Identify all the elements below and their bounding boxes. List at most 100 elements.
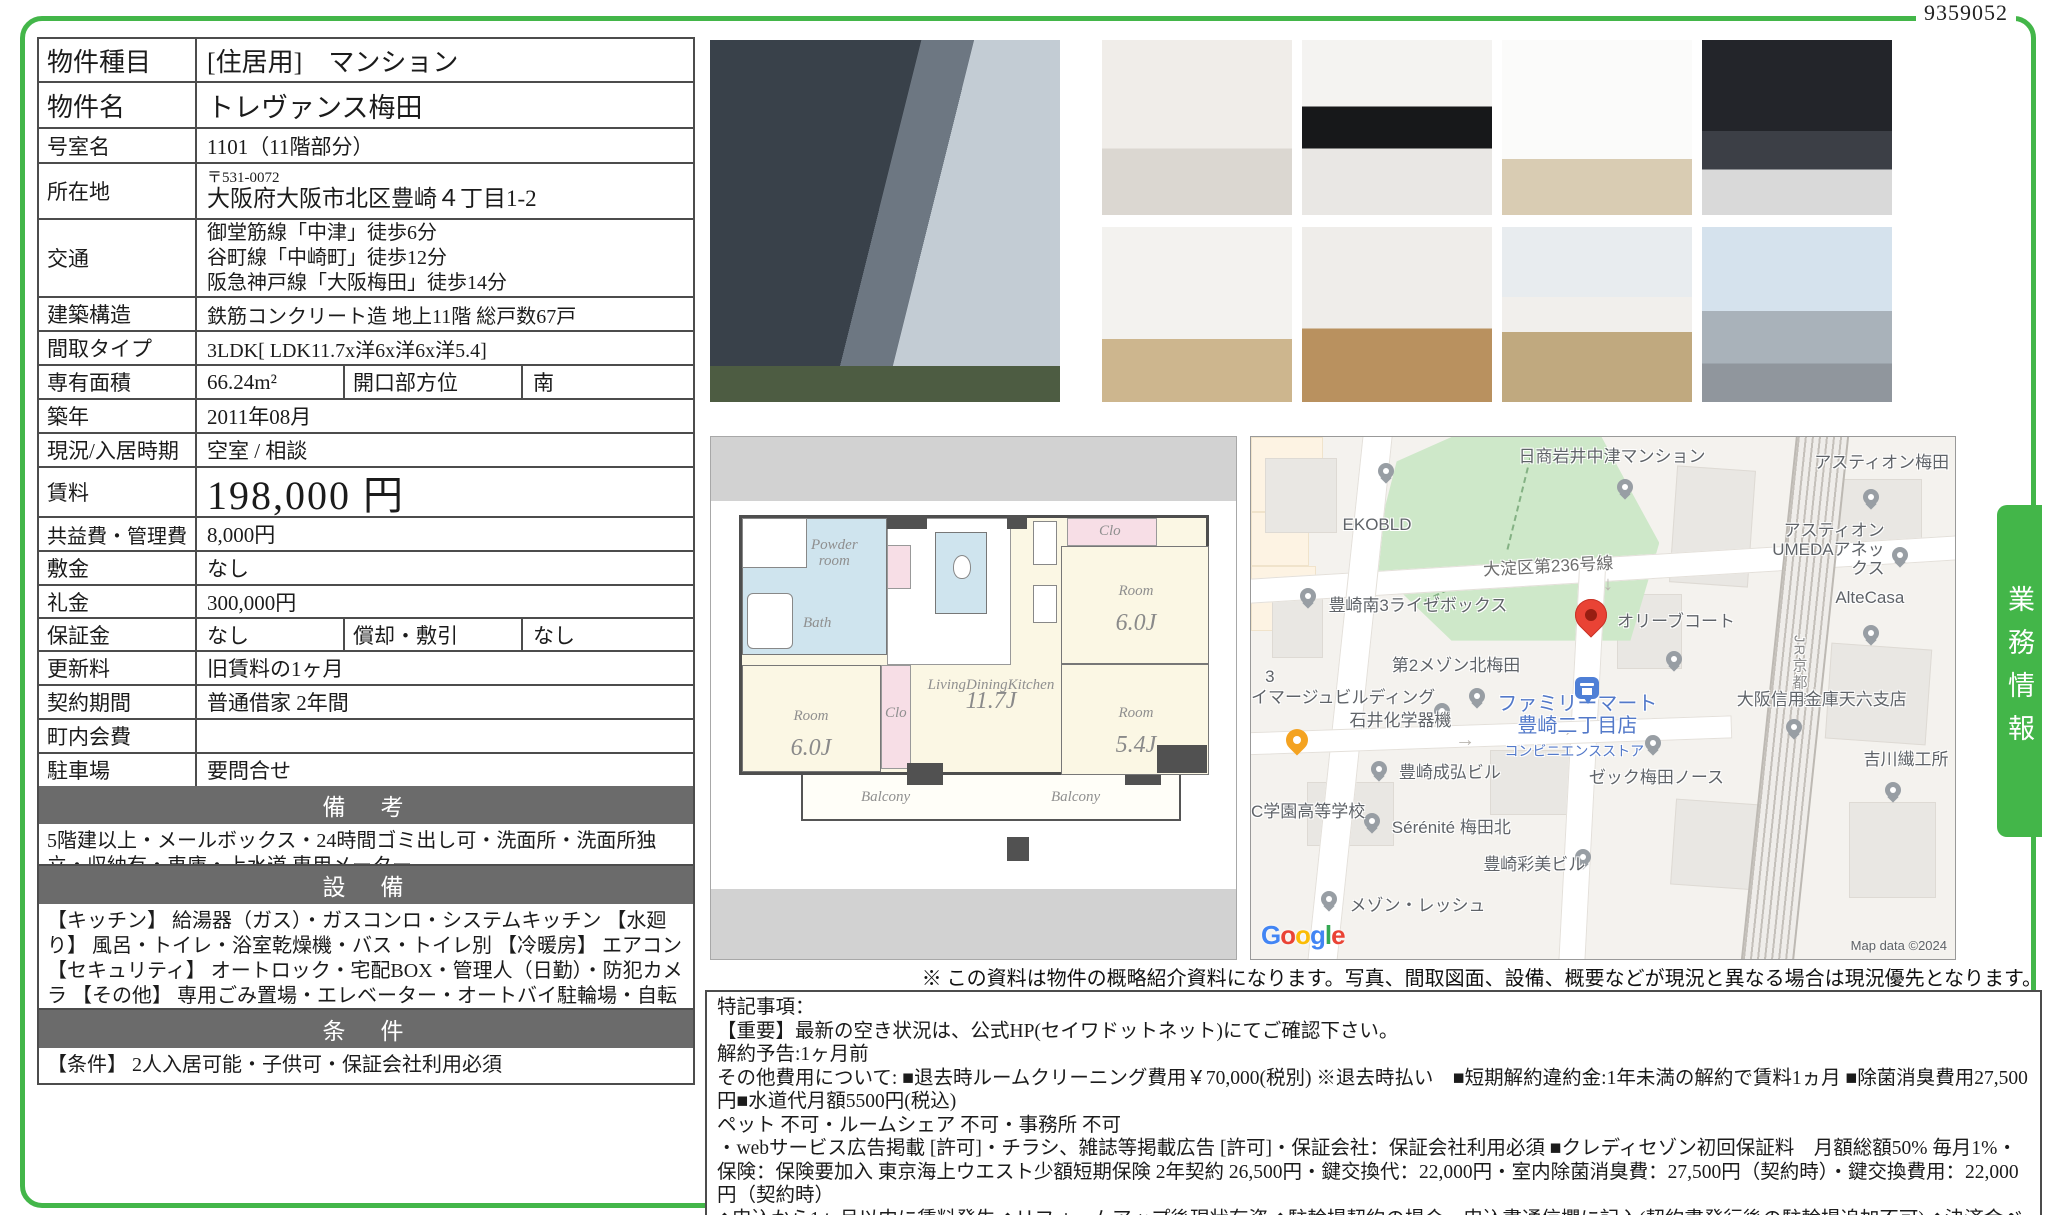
photo-washbasin	[1102, 40, 1292, 215]
map-label: 日商岩井中津マンション	[1519, 447, 1706, 466]
table-row: 号室名 1101（11階部分）	[39, 127, 693, 162]
row-label: 現況/入居時期	[39, 434, 197, 466]
table-row: 契約期間 普通借家 2年間	[39, 684, 693, 718]
row-value: 1101（11階部分）	[197, 129, 693, 162]
balcony-label: Balcony	[1051, 789, 1100, 805]
map-label: オリーブコート	[1617, 612, 1735, 631]
map-label: 豊崎彩美ビル	[1483, 855, 1585, 874]
table-row: 交通 御堂筋線「中津」徒歩6分 谷町線「中崎町」徒歩12分 阪急神戸線「大阪梅田…	[39, 218, 693, 296]
direction: 南	[523, 366, 693, 398]
map-label: 石井化学器機	[1350, 711, 1452, 730]
disclaimer-text: ※ この資料は物件の概略紹介資料になります。写真、間取図面、設備、概要などが現況…	[705, 962, 2042, 991]
photo-hallway	[1302, 227, 1492, 402]
map-label: 豊崎成弘ビル	[1399, 763, 1501, 782]
row-value	[197, 720, 693, 752]
table-row: 保証金 なし 償却・敷引 なし	[39, 617, 693, 650]
row-value: 普通借家 2年間	[197, 686, 693, 718]
row-label: 物件名	[39, 83, 197, 127]
address: 大阪府大阪市北区豊崎４丁目1-2	[207, 186, 537, 212]
photo-balcony-view	[1702, 227, 1892, 402]
stove-icon	[1033, 521, 1057, 565]
row-label: 駐車場	[39, 754, 197, 786]
map-label: 第2メゾン北梅田	[1392, 656, 1520, 675]
map-label: 大阪信用金庫天六支店	[1737, 690, 1907, 709]
location-map: JR京都線 → → ↓ 日商岩井中津マンション アスティオン梅田 EKOBLD …	[1250, 436, 1956, 960]
map-label: アスティオン梅田	[1814, 453, 1949, 472]
photo-living-room	[1502, 40, 1692, 215]
conditions-header: 条 件	[39, 1010, 693, 1048]
notes-line: 解約予告:1ヶ月前	[717, 1043, 2030, 1067]
rent-value: 198,000 円	[197, 468, 693, 516]
transport-line: 御堂筋線「中津」徒歩6分	[207, 221, 437, 246]
table-row: 駐車場 要問合せ	[39, 752, 693, 786]
row-label: 賃料	[39, 468, 197, 516]
row-label: 敷金	[39, 552, 197, 584]
table-row: 専有面積 66.24m² 開口部方位 南	[39, 364, 693, 398]
transport-line: 谷町線「中崎町」徒歩12分	[207, 246, 447, 271]
map-pin	[1892, 547, 1908, 563]
row-value: 8,000円	[197, 518, 693, 550]
sub-label: 開口部方位	[345, 366, 523, 398]
row-value: [住居用] マンション	[197, 39, 693, 81]
photo-kitchen	[1302, 40, 1492, 215]
toilet-icon	[953, 555, 971, 579]
row-label: 保証金	[39, 619, 197, 650]
row-label: 建築構造	[39, 298, 197, 330]
sink-icon	[1033, 585, 1057, 623]
map-label: イマージュビルディング	[1251, 688, 1435, 707]
floor-area: 66.24m²	[197, 366, 345, 398]
closet-strip-label: Clo	[885, 705, 907, 721]
address-cell: 〒531-0072 大阪府大阪市北区豊崎４丁目1-2	[197, 164, 693, 218]
row-label: 更新料	[39, 652, 197, 684]
map-label: 豊崎南3ライゼボックス	[1328, 596, 1507, 615]
map-label: AlteCasa	[1835, 588, 1904, 607]
block-number: 3	[1265, 667, 1274, 686]
table-row: 物件名 トレヴァンス梅田	[39, 81, 693, 127]
photo-building-exterior	[710, 40, 1060, 402]
row-value: 鉄筋コンクリート造 地上11階 総戸数67戸	[197, 298, 693, 330]
special-notes-box: 特記事項： 【重要】最新の空き状況は、公式HP(セイワドットネット)にてご確認下…	[705, 990, 2042, 1215]
transport-cell: 御堂筋線「中津」徒歩6分 谷町線「中崎町」徒歩12分 阪急神戸線「大阪梅田」徒歩…	[197, 220, 693, 296]
equipment-header: 設 備	[39, 866, 693, 904]
table-row: 所在地 〒531-0072 大阪府大阪市北区豊崎４丁目1-2	[39, 162, 693, 218]
row-label: 共益費・管理費	[39, 518, 197, 550]
map-label: ゼック梅田ノース	[1589, 768, 1724, 787]
entry	[742, 518, 807, 568]
map-pin	[1371, 761, 1387, 777]
table-row: 建築構造 鉄筋コンクリート造 地上11階 総戸数67戸	[39, 296, 693, 330]
ldk-label: LivingDiningKitchen 11.7J	[911, 677, 1071, 712]
notes-title: 特記事項：	[717, 996, 2030, 1020]
conditions-text: 【条件】 2人入居可能・子供可・保証会社利用必須	[39, 1048, 693, 1083]
row-value: 300,000円	[197, 586, 693, 617]
map-pin	[1364, 813, 1380, 829]
map-pin	[1645, 735, 1661, 751]
deposit: なし	[197, 619, 345, 650]
property-name: トレヴァンス梅田	[197, 83, 693, 127]
notes-line: ・webサービス広告掲載 [許可]・チラシ、雑誌等掲載広告 [許可]・保証会社：…	[717, 1137, 2030, 1208]
conditions-box: 条 件 【条件】 2人入居可能・子供可・保証会社利用必須	[37, 1008, 695, 1085]
notes-line: 【重要】最新の空き状況は、公式HP(セイワドットネット)にてご確認下さい。	[717, 1020, 2030, 1044]
table-row: 礼金 300,000円	[39, 584, 693, 617]
notes-line: ◆申込から1ヶ月以内に賃料発生 ◆リフォームアップ後現状有姿 ◆駐輪場契約の場合…	[717, 1208, 2030, 1215]
property-table: 物件種目 [住居用] マンション 物件名 トレヴァンス梅田 号室名 1101（1…	[37, 37, 695, 886]
map-label: Sérénité 梅田北	[1392, 818, 1511, 837]
room-southwest-label: Room 6.0J	[776, 692, 846, 759]
document-number: 9359052	[1916, 0, 2016, 26]
row-label: 契約期間	[39, 686, 197, 718]
row-value: なし	[197, 552, 693, 584]
postal-code: 〒531-0072	[207, 170, 280, 186]
row-label: 号室名	[39, 129, 197, 162]
table-row: 更新料 旧賃料の1ヶ月	[39, 650, 693, 684]
closet-top-label: Clo	[1099, 523, 1121, 539]
notes-line: ペット 不可・ルームシェア 不可・事務所 不可	[717, 1114, 2030, 1138]
photo-corridor	[1502, 227, 1692, 402]
table-row: 賃料 198,000 円	[39, 466, 693, 516]
business-info-tab[interactable]: 業務情報	[1997, 505, 2042, 837]
map-pin	[1885, 782, 1901, 798]
table-row: 間取タイプ 3LDK[ LDK11.7x洋6x洋6x洋5.4]	[39, 330, 693, 364]
business-info-tab-label: 業務情報	[2000, 585, 2039, 757]
map-label: C学園高等学校	[1251, 802, 1365, 821]
table-row: 敷金 なし	[39, 550, 693, 584]
row-label: 物件種目	[39, 39, 197, 81]
table-row: 築年 2011年08月	[39, 398, 693, 432]
